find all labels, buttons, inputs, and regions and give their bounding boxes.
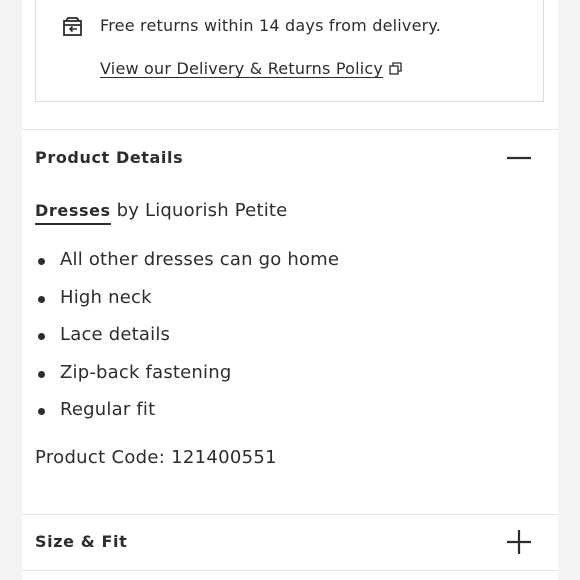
returns-info-box: Free returns within 14 days from deliver… bbox=[35, 0, 544, 102]
product-byline: Dresses by Liquorish Petite bbox=[35, 200, 288, 225]
delivery-returns-policy-link[interactable]: View our Delivery & Returns Policy bbox=[100, 59, 402, 78]
divider bbox=[22, 570, 558, 571]
product-features-list: All other dresses can go home High neck … bbox=[35, 247, 339, 435]
list-item: Lace details bbox=[35, 322, 339, 360]
page: Free returns within 14 days from deliver… bbox=[0, 0, 580, 580]
policy-link-label: View our Delivery & Returns Policy bbox=[100, 59, 384, 78]
plus-icon[interactable] bbox=[506, 529, 532, 555]
product-code: Product Code: 121400551 bbox=[35, 447, 277, 468]
size-fit-title: Size & Fit bbox=[35, 532, 128, 551]
list-item: High neck bbox=[35, 285, 339, 323]
external-link-icon bbox=[389, 62, 402, 75]
category-link-dresses[interactable]: Dresses bbox=[35, 201, 111, 225]
size-fit-accordion-header[interactable]: Size & Fit bbox=[22, 515, 558, 569]
brand-text: by Liquorish Petite bbox=[110, 200, 288, 221]
minus-icon[interactable] bbox=[506, 145, 532, 171]
returns-box-icon bbox=[63, 17, 82, 36]
list-item: Regular fit bbox=[35, 397, 339, 435]
divider bbox=[22, 129, 558, 130]
list-item: Zip-back fastening bbox=[35, 360, 339, 398]
list-item: All other dresses can go home bbox=[35, 247, 339, 285]
product-details-title: Product Details bbox=[35, 148, 184, 167]
product-details-accordion-header[interactable]: Product Details bbox=[22, 131, 558, 185]
free-returns-text: Free returns within 14 days from deliver… bbox=[100, 16, 442, 35]
product-info-panel: Free returns within 14 days from deliver… bbox=[22, 0, 558, 580]
